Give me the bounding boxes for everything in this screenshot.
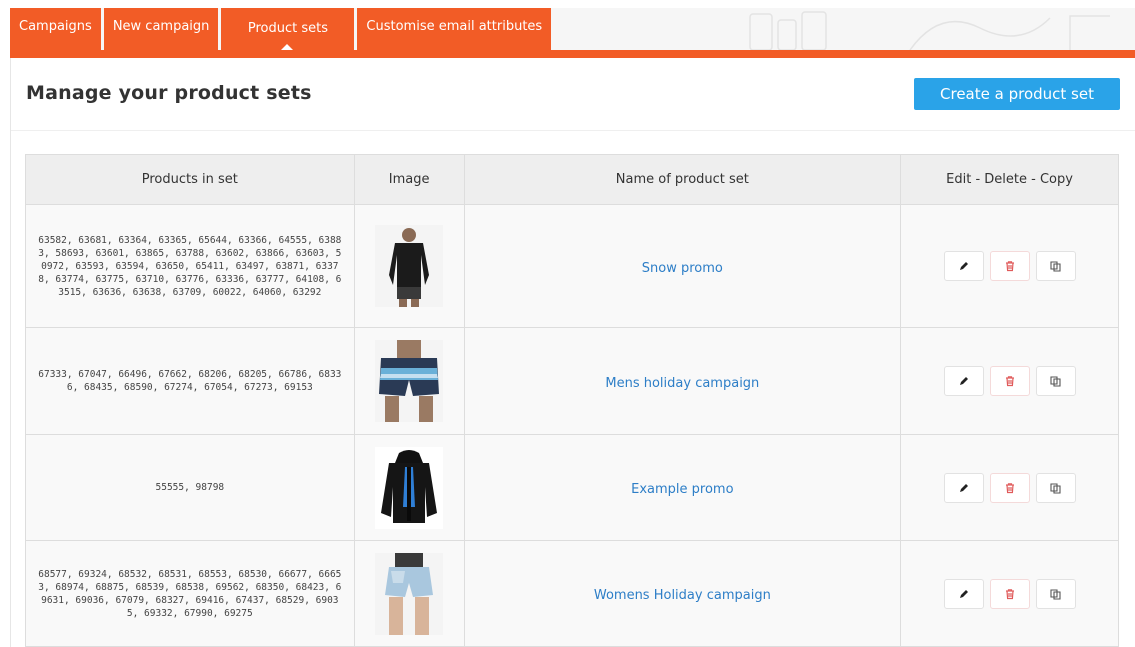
pencil-icon xyxy=(959,483,968,492)
column-header-image: Image xyxy=(353,154,465,205)
tab-product-sets[interactable]: Product sets xyxy=(221,8,355,51)
trash-icon xyxy=(1005,261,1014,272)
table-row: 68577, 69324, 68532, 68531, 68553, 68530… xyxy=(25,540,1119,647)
table-row: 55555, 98798 Example promo xyxy=(25,434,1119,541)
pencil-icon xyxy=(959,589,968,598)
decorative-pattern xyxy=(749,11,1110,50)
product-sets-table: Products in set Image Name of product se… xyxy=(25,154,1119,647)
table-row: 63582, 63681, 63364, 63365, 65644, 63366… xyxy=(25,204,1119,328)
row-actions xyxy=(901,366,1118,396)
copy-icon xyxy=(1049,261,1061,272)
product-set-link[interactable]: Example promo xyxy=(631,482,733,497)
pencil-icon xyxy=(959,262,968,270)
table-row: 67333, 67047, 66496, 67662, 68206, 68205… xyxy=(25,327,1119,435)
product-image xyxy=(375,225,444,307)
copy-button[interactable] xyxy=(1035,251,1076,281)
image-cell xyxy=(353,540,465,647)
tab-underline xyxy=(10,50,1135,58)
delete-button[interactable] xyxy=(989,578,1030,609)
products-list: 67333, 67047, 66496, 67662, 68206, 68205… xyxy=(38,369,342,393)
tab-new-campaign[interactable]: New campaign xyxy=(103,8,219,50)
product-set-link[interactable]: Mens holiday campaign xyxy=(605,376,759,391)
top-tab-bar: Campaigns New campaign Product sets Cust… xyxy=(10,8,1135,58)
name-cell: Womens Holiday campaign xyxy=(463,540,902,647)
products-list: 68577, 69324, 68532, 68531, 68553, 68530… xyxy=(38,568,342,619)
products-cell: 68577, 69324, 68532, 68531, 68553, 68530… xyxy=(25,540,355,647)
products-cell: 63582, 63681, 63364, 63365, 65644, 63366… xyxy=(25,204,355,328)
name-cell: Mens holiday campaign xyxy=(463,327,902,435)
product-image xyxy=(375,340,444,422)
product-set-link[interactable]: Snow promo xyxy=(642,261,723,276)
copy-icon xyxy=(1049,482,1061,494)
edit-button[interactable] xyxy=(943,251,984,281)
column-header-products: Products in set xyxy=(25,154,355,205)
image-cell xyxy=(353,204,465,328)
edit-button[interactable] xyxy=(943,472,984,503)
copy-button[interactable] xyxy=(1035,366,1076,396)
image-cell xyxy=(353,327,465,435)
actions-cell xyxy=(900,540,1119,647)
trash-icon xyxy=(1005,376,1014,387)
create-product-set-button[interactable]: Create a product set xyxy=(914,78,1120,110)
copy-button[interactable] xyxy=(1035,578,1076,609)
actions-cell xyxy=(900,327,1119,435)
header-divider xyxy=(11,130,1135,131)
actions-cell xyxy=(900,204,1119,328)
products-cell: 67333, 67047, 66496, 67662, 68206, 68205… xyxy=(25,327,355,435)
delete-button[interactable] xyxy=(989,251,1030,281)
page-title: Manage your product sets xyxy=(26,82,312,104)
delete-button[interactable] xyxy=(989,366,1030,396)
column-header-name: Name of product set xyxy=(463,154,902,205)
name-cell: Example promo xyxy=(463,434,902,541)
products-cell: 55555, 98798 xyxy=(25,434,355,541)
row-actions xyxy=(901,251,1118,281)
copy-icon xyxy=(1049,376,1061,387)
table-header-row: Products in set Image Name of product se… xyxy=(25,154,1119,205)
edit-button[interactable] xyxy=(943,366,984,396)
trash-icon xyxy=(1005,482,1014,493)
image-cell xyxy=(353,434,465,541)
name-cell: Snow promo xyxy=(463,204,902,328)
row-actions xyxy=(901,578,1118,609)
product-image xyxy=(375,552,444,635)
products-list: 63582, 63681, 63364, 63365, 65644, 63366… xyxy=(38,234,342,298)
delete-button[interactable] xyxy=(989,472,1030,503)
product-set-link[interactable]: Womens Holiday campaign xyxy=(594,588,771,603)
tab-customise-email-attributes[interactable]: Customise email attributes xyxy=(357,8,552,50)
edit-button[interactable] xyxy=(943,578,984,609)
copy-button[interactable] xyxy=(1035,472,1076,503)
row-actions xyxy=(901,472,1118,503)
trash-icon xyxy=(1005,588,1014,599)
copy-icon xyxy=(1049,588,1061,600)
product-image xyxy=(375,446,444,529)
pencil-icon xyxy=(959,377,968,385)
products-list: 55555, 98798 xyxy=(155,482,225,493)
column-header-actions: Edit - Delete - Copy xyxy=(900,154,1119,205)
tab-campaigns[interactable]: Campaigns xyxy=(10,8,101,50)
actions-cell xyxy=(900,434,1119,541)
